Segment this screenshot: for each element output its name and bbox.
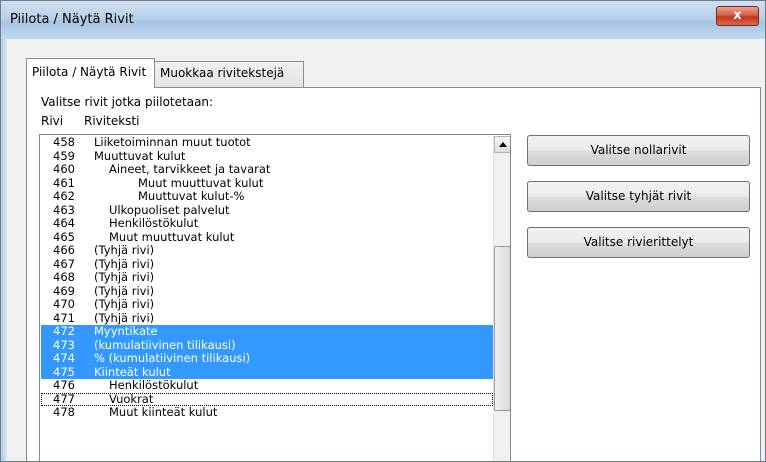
row-number: 476 [53, 378, 75, 392]
list-item[interactable]: 459 Muuttuvat kulut [41, 148, 493, 164]
list-item[interactable]: 466 (Tyhjä rivi) [41, 243, 493, 258]
row-text: Muut muuttuvat kulut [109, 229, 235, 244]
row-text: Muut kiinteät kulut [109, 405, 218, 419]
close-icon: x [733, 8, 742, 23]
row-text: % (kumulatiivinen tilikausi) [94, 351, 251, 365]
tab-edit-row-texts[interactable]: Muokkaa rivitekstejä [155, 61, 304, 87]
list-item[interactable]: 464 Henkilöstökulut [41, 216, 493, 231]
row-text: Muut muuttuvat kulut [138, 175, 264, 190]
select-empty-rows-button[interactable]: Valitse tyhjät rivit [527, 181, 750, 212]
row-text: Kiinteät kulut [94, 364, 171, 379]
row-number: 472 [53, 324, 75, 338]
list-item[interactable]: 458 Liiketoiminnan muut tuotot [41, 135, 493, 150]
scroll-up-arrow-icon[interactable] [494, 136, 510, 153]
row-number: 467 [53, 256, 75, 271]
list-item[interactable]: 472 Myyntikate [41, 324, 493, 339]
tab-label: Piilota / Näytä Rivit [32, 65, 147, 79]
column-header-row: Rivi [41, 114, 64, 128]
row-number: 462 [53, 189, 75, 203]
row-number: 471 [53, 310, 75, 325]
row-number: 464 [53, 216, 75, 230]
tab-label: Muokkaa rivitekstejä [160, 66, 285, 80]
row-text: Muuttuvat kulut [94, 148, 186, 163]
list-item[interactable]: 478 Muut kiinteät kulut [41, 405, 493, 420]
row-number: 469 [53, 283, 75, 298]
row-number: 460 [53, 162, 75, 176]
rows-listbox[interactable]: 458 Liiketoiminnan muut tuotot 459 Muuttuva… [39, 134, 511, 461]
window-title: Piilota / Näytä Rivit [10, 12, 134, 27]
list-item[interactable]: 462 Muuttuvat kulut-% [41, 189, 493, 204]
select-zero-rows-button[interactable]: Valitse nollarivit [527, 135, 750, 166]
dialog-window: Piilota / Näytä Rivit x Piilota / Näytä … [0, 0, 766, 462]
select-breakdown-rows-button[interactable]: Valitse rivierittelyt [527, 227, 750, 258]
row-text: (Tyhjä rivi) [94, 243, 155, 257]
row-text: Henkilöstökulut [109, 378, 199, 392]
row-number: 468 [53, 270, 75, 284]
row-number: 473 [53, 337, 75, 352]
row-text: Liiketoiminnan muut tuotot [94, 135, 251, 149]
row-number: 477 [53, 391, 75, 406]
row-text: Vuokrat [109, 391, 154, 406]
row-number: 470 [53, 297, 75, 311]
row-number: 463 [53, 202, 75, 217]
list-item[interactable]: 467 (Tyhjä rivi) [41, 256, 493, 272]
list-item[interactable]: 460 Aineet, tarvikkeet ja tavarat [41, 162, 493, 177]
list-item[interactable]: 469 (Tyhjä rivi) [41, 283, 493, 299]
row-text: Ulkopuoliset palvelut [109, 202, 230, 217]
row-number: 474 [53, 351, 75, 365]
row-text: Myyntikate [94, 324, 158, 338]
title-bar[interactable]: Piilota / Näytä Rivit x [1, 1, 765, 40]
list-item[interactable]: 473 (kumulatiivinen tilikausi) [41, 337, 493, 352]
list-item[interactable]: 475 Kiinteät kulut [41, 364, 493, 379]
list-item[interactable]: 476 Henkilöstökulut [41, 378, 493, 393]
row-text: (kumulatiivinen tilikausi) [94, 337, 236, 352]
row-number: 478 [53, 405, 75, 419]
list-item[interactable]: 461 Muut muuttuvat kulut [41, 175, 493, 191]
row-text: Henkilöstökulut [109, 216, 199, 230]
row-text: Aineet, tarvikkeet ja tavarat [109, 162, 271, 176]
row-number: 475 [53, 364, 75, 379]
row-text: (Tyhjä rivi) [94, 283, 155, 298]
rows-list: 458 Liiketoiminnan muut tuotot 459 Muuttuva… [41, 135, 493, 420]
tab-hide-show-rows[interactable]: Piilota / Näytä Rivit [26, 58, 155, 88]
row-number: 461 [53, 175, 75, 190]
row-number: 458 [53, 135, 75, 149]
row-text: Muuttuvat kulut-% [138, 189, 245, 203]
row-number: 459 [53, 148, 75, 163]
vertical-scrollbar[interactable] [493, 136, 510, 461]
scroll-thumb[interactable] [494, 246, 510, 411]
list-item[interactable]: 463 Ulkopuoliset palvelut [41, 202, 493, 218]
row-number: 466 [53, 243, 75, 257]
row-number: 465 [53, 229, 75, 244]
close-button[interactable]: x [716, 6, 759, 26]
list-item[interactable]: 465 Muut muuttuvat kulut [41, 229, 493, 245]
row-text: (Tyhjä rivi) [94, 310, 155, 325]
list-item[interactable]: 471 (Tyhjä rivi) [41, 310, 493, 326]
list-item[interactable]: 470 (Tyhjä rivi) [41, 297, 493, 312]
instruction-label: Valitse rivit jotka piilotetaan: [41, 95, 214, 109]
row-text: (Tyhjä rivi) [94, 270, 155, 284]
list-item[interactable]: 474 % (kumulatiivinen tilikausi) [41, 351, 493, 366]
column-header-text: Riviteksti [84, 114, 140, 128]
row-text: (Tyhjä rivi) [94, 297, 155, 311]
row-text: (Tyhjä rivi) [94, 256, 155, 271]
list-item[interactable]: 477 Vuokrat [41, 391, 493, 406]
list-item[interactable]: 468 (Tyhjä rivi) [41, 270, 493, 285]
